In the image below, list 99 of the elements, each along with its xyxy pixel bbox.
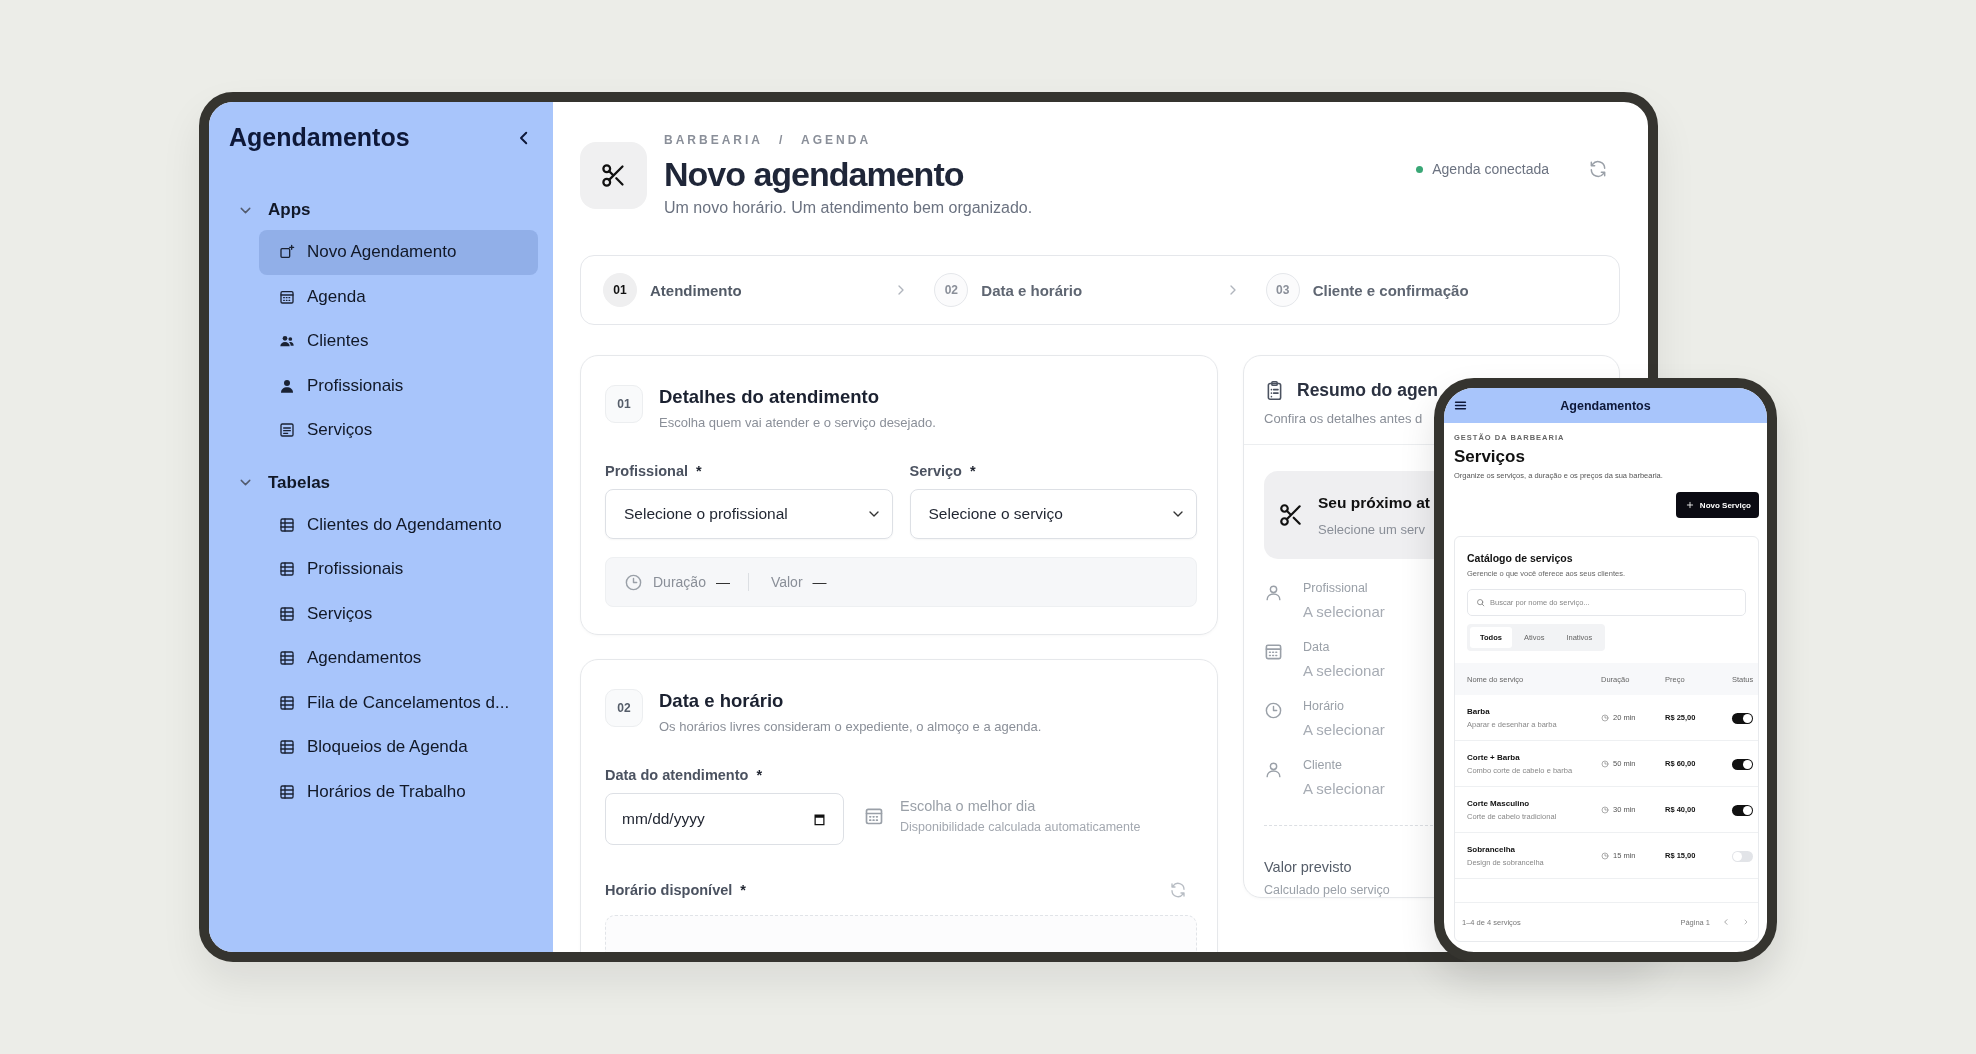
select-field[interactable]: Selecione o profissional	[605, 489, 893, 539]
card-title: Resumo do agen	[1297, 380, 1438, 401]
next-subtitle: Selecione um serv	[1318, 521, 1426, 537]
clock-icon	[1264, 701, 1283, 720]
app-title: Agendamentos	[1560, 398, 1651, 413]
info-value: —	[715, 574, 730, 590]
clock-icon	[1601, 851, 1609, 860]
page-title: Novo agendamento	[664, 154, 965, 195]
field-label: Horário disponível	[605, 882, 733, 898]
next-title: Seu próximo at	[1318, 493, 1430, 512]
field-label: Profissional	[605, 463, 688, 479]
clock-icon	[1601, 759, 1609, 768]
card-title: Detalhes do atendimento	[659, 386, 880, 408]
info-label: Duração	[653, 574, 706, 590]
total-note: Calculado pelo serviço	[1264, 883, 1390, 897]
service-name: Sobrancelha	[1467, 844, 1516, 854]
step-number[interactable]: 01	[603, 273, 637, 307]
sidebar-item[interactable]: Clientes	[259, 319, 538, 364]
page-subtitle: Um novo horário. Um atendimento bem organizado.	[664, 199, 1033, 217]
hint-title: Escolha o melhor dia	[900, 798, 1037, 814]
menu-icon[interactable]	[1454, 399, 1467, 412]
table-icon	[279, 783, 295, 800]
section-label[interactable]: Tabelas	[268, 472, 331, 493]
total-label: Valor previsto	[1264, 859, 1352, 875]
document-icon	[279, 422, 295, 439]
field-label: Data do atendimento	[605, 767, 749, 783]
sidebar-item[interactable]: Serviços	[259, 591, 538, 636]
card-title: Catálogo de serviços	[1467, 552, 1574, 564]
sidebar-item[interactable]: Novo Agendamento	[259, 230, 538, 275]
section-number: 01	[605, 385, 643, 423]
card-subtitle: Escolha quem vai atender e o serviço desejado.	[659, 415, 936, 430]
table-icon	[279, 650, 295, 667]
status-text: Agenda conectada	[1432, 161, 1549, 177]
card-subtitle: Confira os detalhes antes d	[1264, 411, 1423, 426]
section-label[interactable]: Apps	[268, 200, 311, 220]
calendar-icon	[864, 806, 884, 826]
summary-value: A selecionar	[1303, 603, 1385, 620]
status-toggle[interactable]	[1732, 712, 1753, 724]
summary-value: A selecionar	[1303, 662, 1385, 679]
select-field[interactable]: Selecione o serviço	[909, 489, 1197, 539]
summary-label: Horário	[1303, 699, 1344, 713]
table-icon	[279, 516, 295, 533]
new-item-icon	[279, 244, 295, 261]
sidebar-item[interactable]: Horários de Trabalho	[259, 769, 538, 814]
summary-label: Profissional	[1303, 581, 1368, 595]
refresh-icon[interactable]	[1588, 159, 1608, 179]
step-label[interactable]: Cliente e confirmação	[1312, 281, 1572, 299]
breadcrumb: BARBEARIA / AGENDA	[664, 133, 873, 147]
sidebar-item[interactable]: Serviços	[259, 408, 538, 453]
service-name: Corte + Barba	[1467, 752, 1521, 762]
sidebar-item[interactable]: Agendamentos	[259, 636, 538, 681]
status-toggle[interactable]	[1732, 758, 1753, 770]
table-icon	[279, 694, 295, 711]
info-value: —	[812, 574, 827, 590]
service-name: Barba	[1467, 706, 1491, 716]
summary-label: Cliente	[1303, 758, 1342, 772]
page-title: Serviços	[1454, 447, 1526, 467]
card-subtitle: Os horários livres consideram o expediente, o almoço e a agenda.	[659, 719, 1042, 734]
app-title: Agendamentos	[229, 123, 410, 152]
sidebar-item[interactable]: Profissionais	[259, 363, 538, 408]
person-icon	[1264, 760, 1283, 779]
status-toggle[interactable]	[1732, 804, 1753, 816]
sidebar-item[interactable]: Bloqueios de Agenda	[259, 725, 538, 770]
step-label[interactable]: Data e horário	[981, 281, 1212, 299]
summary-label: Data	[1303, 640, 1330, 654]
section-number: 02	[605, 689, 643, 727]
summary-value: A selecionar	[1303, 780, 1385, 797]
summary-value: A selecionar	[1303, 721, 1385, 738]
info-label: Valor	[770, 574, 803, 590]
sidebar-item[interactable]: Agenda	[259, 274, 538, 319]
table-icon	[279, 739, 295, 756]
hint-text: Disponibilidade calculada automaticamente	[900, 820, 1141, 834]
status-toggle[interactable]	[1732, 850, 1753, 862]
step-label[interactable]: Atendimento	[650, 281, 881, 299]
person-icon	[1264, 583, 1283, 602]
new-service-button[interactable]: Novo Serviço	[1675, 492, 1759, 518]
required-mark: *	[969, 463, 976, 479]
date-field[interactable]: mm/dd/yyyy	[605, 793, 844, 845]
plus-icon	[1685, 501, 1694, 509]
sidebar-item[interactable]: Fila de Cancelamentos d...	[259, 680, 538, 725]
table-icon	[279, 605, 295, 622]
calendar-icon	[1264, 642, 1283, 661]
calendar-icon	[279, 288, 295, 305]
scissors-icon	[580, 141, 647, 209]
scissors-icon	[1278, 502, 1304, 528]
required-mark: *	[756, 767, 763, 783]
clock-icon	[1601, 805, 1609, 814]
service-name: Corte Masculino	[1467, 798, 1531, 808]
field-label: Serviço	[909, 463, 962, 479]
card-title: Data e horário	[659, 690, 785, 712]
clock-icon	[1601, 713, 1609, 722]
clock-icon	[624, 572, 643, 592]
sidebar-item[interactable]: Clientes do Agendamento	[259, 502, 538, 547]
required-mark: *	[696, 463, 702, 479]
required-mark: *	[740, 882, 746, 898]
sidebar-item[interactable]: Profissionais	[259, 547, 538, 592]
person-icon	[279, 377, 295, 394]
search-icon	[1476, 598, 1485, 607]
table-icon	[279, 561, 295, 578]
